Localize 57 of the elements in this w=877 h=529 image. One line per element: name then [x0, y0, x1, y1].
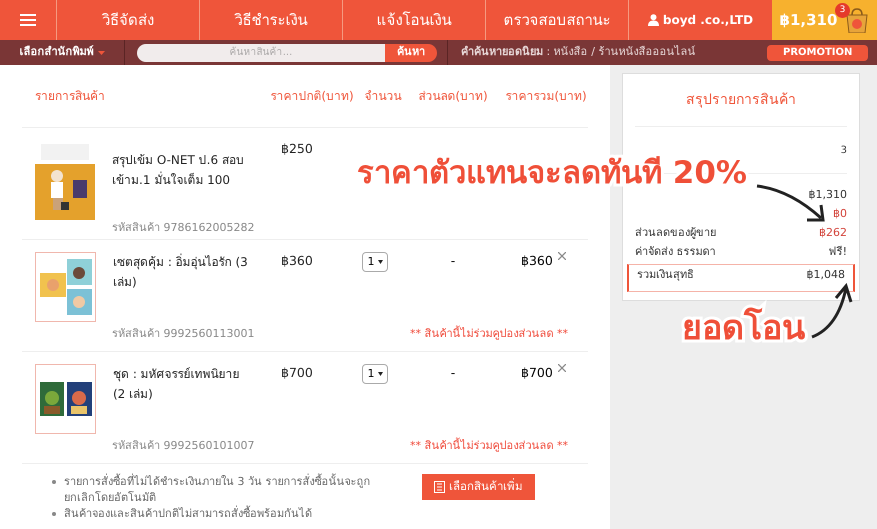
- shopping-bag-icon[interactable]: [845, 7, 870, 33]
- column-header: รายการสินค้า: [35, 88, 106, 105]
- product-code: รหัสสินค้า 9992560101007: [111, 438, 256, 454]
- user-name[interactable]: boyd .co.,LTD: [662, 11, 754, 29]
- search-field[interactable]: ค้นหาสินค้า...: [137, 44, 385, 62]
- item-count: 3: [840, 144, 847, 158]
- net-total-label: รวมเงินสุทธิ: [637, 267, 694, 283]
- arrow-drawing: [811, 282, 852, 338]
- coupon-note: ** สินค้านี้ไม่ร่วมคูปองส่วนลด **: [410, 326, 568, 342]
- net-total-value: ฿1,048: [806, 267, 845, 283]
- quantity-select[interactable]: 1: [362, 364, 388, 384]
- summary-value: ฿262: [819, 225, 847, 242]
- caret-icon: [378, 372, 382, 376]
- total-cell-text: ฿700: [521, 364, 553, 382]
- bullet-icon: [52, 480, 56, 484]
- order-note: รายการสั่งซื้อที่ไม่ได้ชำระเงินภายใน 3 วัน รายการสั่งซื้อนั้นจะถูกยกเลิกโดยอัตโนมัติ: [64, 474, 372, 506]
- product-title[interactable]: สรุปเข้ม O-NET ป.6 สอบเข้าม.1 มั่นใจเต็ม 100: [112, 140, 248, 220]
- price-cell-text: ฿250: [280, 140, 314, 158]
- product-title[interactable]: เซตสุดคุ้ม : อิ่มอุ่นไอรัก (3 เล่ม): [113, 252, 249, 322]
- user-icon: [648, 14, 659, 26]
- coupon-note: ** สินค้านี้ไม่ร่วมคูปองส่วนลด **: [410, 438, 568, 454]
- column-header: ราคารวม(บาท): [504, 88, 588, 105]
- remove-icon[interactable]: [558, 252, 566, 260]
- product-title[interactable]: ชุด : มหัศจรรย์เทพนิยาย (2 เล่ม): [113, 364, 249, 434]
- order-note: สินค้าจองและสินค้าปกติไม่สามารถสั่งซื้อพร้อมกันได้: [64, 506, 312, 522]
- cart-total[interactable]: ฿1,310: [780, 8, 838, 32]
- summary-value: ฟรี!: [828, 244, 847, 260]
- summary-value: ฿1,310: [808, 187, 847, 204]
- publisher-dropdown[interactable]: เลือกสำนักพิมพ์: [0, 44, 124, 61]
- promotion-button[interactable]: PROMOTION: [767, 44, 868, 60]
- caret-icon: [98, 50, 104, 54]
- annotation-text: ราคาตัวแทนจะลดทันที 20%: [356, 154, 748, 193]
- more-products-button[interactable]: เลือกสินค้าเพิ่ม: [422, 474, 535, 500]
- price-cell-text: ฿360: [280, 252, 314, 270]
- summary-label: ส่วนลดของผู้ขาย: [635, 225, 716, 242]
- cart-count-badge: 3: [835, 3, 850, 18]
- search-button[interactable]: ค้นหา: [385, 44, 437, 62]
- popular-searches: คำค้นหายอดนิยม : หนังสือ / ร้านหนังสือออนไลน์: [461, 44, 696, 60]
- column-header: ส่วนลด(บาท): [417, 88, 489, 105]
- price-cell-text: ฿700: [280, 364, 314, 382]
- caret-icon: [378, 260, 382, 264]
- discount-cell-text: -: [450, 252, 456, 270]
- quantity-select[interactable]: 1: [362, 252, 388, 272]
- annotation-text: ยอดโอน: [681, 306, 806, 350]
- column-header: จำนวน: [364, 88, 402, 105]
- column-header: ราคาปกติ(บาท): [269, 88, 355, 105]
- product-code: รหัสสินค้า 9992560113001: [111, 326, 256, 342]
- discount-cell-text: -: [450, 364, 456, 382]
- list-icon: [434, 481, 445, 493]
- summary-value: ฿0: [833, 206, 847, 222]
- remove-icon[interactable]: [558, 364, 566, 372]
- total-cell-text: ฿360: [521, 252, 553, 270]
- summary-title: สรุปรายการสินค้า: [686, 90, 796, 110]
- summary-label: ค่าจัดส่ง ธรรมดา: [635, 244, 716, 260]
- menu-icon[interactable]: [20, 14, 36, 26]
- product-code: รหัสสินค้า 9786162005282: [111, 220, 256, 236]
- bullet-icon: [52, 512, 56, 516]
